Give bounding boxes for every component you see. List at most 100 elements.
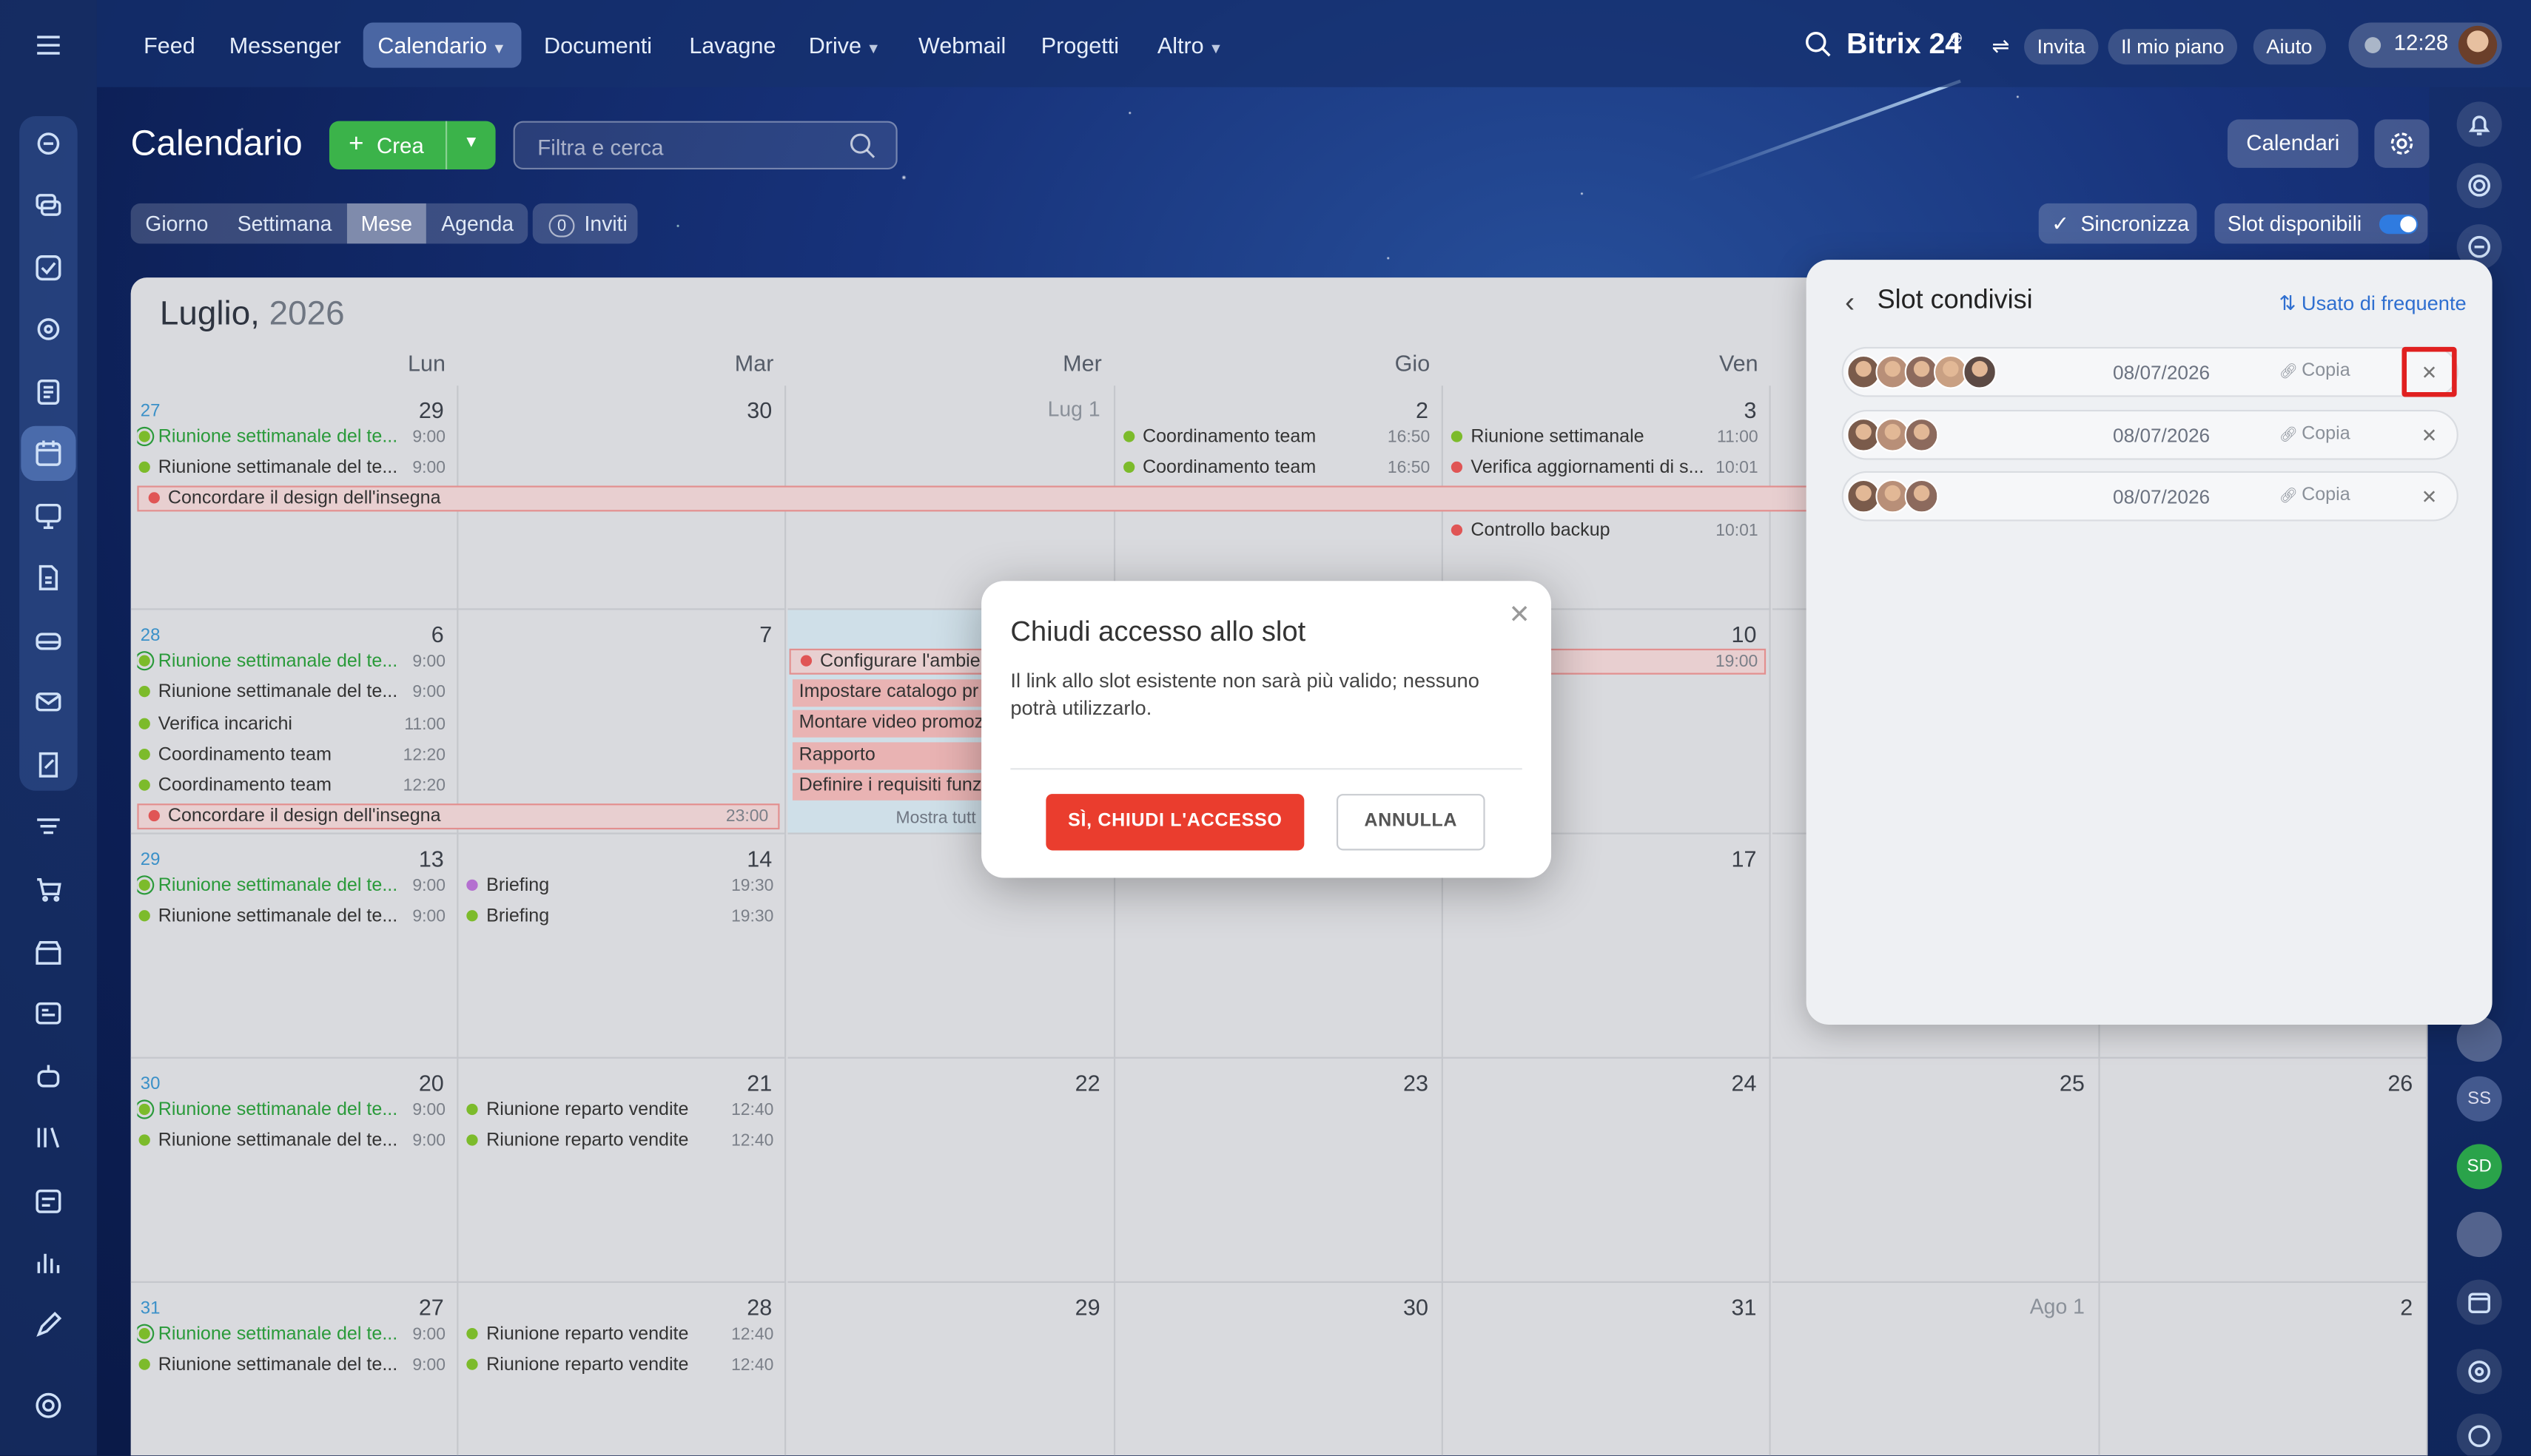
- create-button[interactable]: + Crea ▼: [329, 121, 496, 170]
- shared-slot-row[interactable]: 08/07/2026 🔗︎ Copia ✕: [1841, 408, 2458, 459]
- tasks-icon[interactable]: [29, 249, 67, 287]
- day-cell[interactable]: 31: [1443, 1282, 1772, 1456]
- calendar-event[interactable]: Riunione settimanale del te... 9:00: [137, 1321, 451, 1349]
- invite-button[interactable]: Invita: [2024, 29, 2099, 65]
- search-icon[interactable]: [849, 132, 876, 160]
- nav-progetti[interactable]: Progetti: [1026, 23, 1133, 68]
- day-cell[interactable]: 30 20: [130, 1058, 459, 1283]
- day-cell[interactable]: 29: [787, 1282, 1115, 1456]
- calendars-button[interactable]: Calendari: [2227, 119, 2359, 168]
- calendar-event[interactable]: Montare video promoz: [792, 710, 993, 738]
- avatar-ss[interactable]: SS: [2456, 1076, 2502, 1122]
- day-cell[interactable]: 29 13: [130, 834, 459, 1059]
- nav-calendario[interactable]: Calendario ▼: [363, 22, 521, 68]
- settings-button[interactable]: [2374, 119, 2430, 168]
- calendar-event[interactable]: Riunione reparto vendite 12:40: [465, 1321, 780, 1349]
- tab-agenda[interactable]: Agenda: [427, 203, 528, 244]
- calendar-event[interactable]: Riunione settimanale del te... 9:00: [137, 649, 451, 676]
- calendar-event[interactable]: Riunione settimanale del te... 9:00: [137, 680, 451, 707]
- bell-icon[interactable]: [2456, 101, 2502, 147]
- mail-icon[interactable]: [29, 683, 67, 721]
- search-input[interactable]: [537, 132, 828, 162]
- funnel-icon[interactable]: [29, 809, 67, 847]
- help-button[interactable]: Aiuto: [2253, 29, 2325, 65]
- target-icon[interactable]: [2456, 163, 2502, 209]
- avatar[interactable]: [2456, 1212, 2502, 1258]
- my-plan-button[interactable]: Il mio piano: [2108, 29, 2237, 65]
- day-cell[interactable]: 22: [787, 1058, 1115, 1283]
- calendar-event[interactable]: Controllo backup 10:01: [1450, 518, 1764, 545]
- calendar-event[interactable]: Rapporto: [792, 741, 993, 769]
- calendar-event[interactable]: Riunione settimanale del te... 9:00: [137, 425, 451, 452]
- calendar-event[interactable]: Coordinamento team 16:50: [1122, 425, 1436, 452]
- cart-icon[interactable]: [29, 870, 67, 909]
- copy-link-button[interactable]: 🔗︎ Copia: [2279, 362, 2350, 381]
- day-cell[interactable]: Ago 1: [1772, 1282, 2100, 1456]
- calendar-event[interactable]: Riunione settimanale del te... 9:00: [137, 1352, 451, 1380]
- filter-search[interactable]: [513, 121, 898, 170]
- calendar-icon[interactable]: [2456, 1279, 2502, 1325]
- edit-icon[interactable]: [29, 1306, 67, 1344]
- analytics-icon[interactable]: [29, 1242, 67, 1281]
- feed-icon[interactable]: [29, 124, 67, 163]
- copy-link-button[interactable]: 🔗︎ Copia: [2279, 424, 2350, 443]
- calendar-event[interactable]: Riunione settimanale 11:00: [1450, 425, 1764, 452]
- day-cell[interactable]: 24: [1443, 1058, 1772, 1283]
- boards-icon[interactable]: [29, 497, 67, 536]
- calendar-event[interactable]: Briefing 19:30: [465, 873, 780, 900]
- invites-button[interactable]: 0 Inviti: [532, 203, 638, 244]
- close-icon[interactable]: ✕: [1508, 599, 1530, 631]
- multiday-event[interactable]: Configurare l'ambie: [789, 648, 996, 675]
- calendar-icon[interactable]: [21, 425, 76, 481]
- calendar-event[interactable]: Verifica aggiornamenti di s... 10:01: [1450, 456, 1764, 483]
- sites-icon[interactable]: [29, 994, 67, 1033]
- available-slots-button[interactable]: Slot disponibili: [2214, 203, 2428, 244]
- nav-altro[interactable]: Altro ▼: [1143, 23, 1237, 68]
- calendar-event[interactable]: Riunione settimanale del te... 9:00: [137, 1128, 451, 1156]
- day-cell[interactable]: 2: [2100, 1282, 2427, 1456]
- menu-icon[interactable]: [29, 26, 67, 64]
- day-cell[interactable]: 14: [459, 834, 787, 1059]
- tab-day[interactable]: Giorno: [131, 203, 223, 244]
- store-icon[interactable]: [29, 933, 67, 971]
- day-cell[interactable]: 25: [1771, 1058, 2100, 1283]
- chevron-down-icon[interactable]: ▼: [463, 134, 480, 152]
- remove-slot-icon[interactable]: ✕: [2413, 481, 2446, 513]
- nav-feed[interactable]: Feed: [129, 23, 209, 68]
- sign-icon[interactable]: [29, 746, 67, 784]
- remove-slot-icon[interactable]: ✕: [2413, 419, 2446, 451]
- nav-webmail[interactable]: Webmail: [904, 23, 1020, 68]
- drive-icon[interactable]: [29, 621, 67, 660]
- brand-logo[interactable]: Bitrix 24: [1846, 27, 1961, 61]
- copilot-icon[interactable]: [2456, 1349, 2502, 1395]
- slots-toggle[interactable]: [2379, 215, 2419, 235]
- multiday-event[interactable]: 19:00: [1547, 648, 1767, 675]
- calendar-event[interactable]: Riunione reparto vendite 12:40: [465, 1352, 780, 1380]
- crm-icon[interactable]: [29, 310, 67, 348]
- multiday-event[interactable]: Concordare il design dell'insegna: [137, 485, 1816, 512]
- chat-icon[interactable]: [29, 186, 67, 224]
- calendar-event[interactable]: Briefing 19:30: [465, 904, 780, 931]
- search-icon[interactable]: [1804, 30, 1832, 66]
- sliders-icon[interactable]: ⇌: [1991, 34, 2009, 60]
- shared-slot-row[interactable]: 08/07/2026 🔗︎ Copia ✕: [1841, 346, 2458, 397]
- day-cell[interactable]: 7: [459, 610, 787, 835]
- nav-lavagne[interactable]: Lavagne: [675, 23, 790, 68]
- calendar-event[interactable]: Riunione settimanale del te... 9:00: [137, 904, 451, 931]
- calendar-event[interactable]: Riunione settimanale del te... 9:00: [137, 873, 451, 900]
- frequently-used-link[interactable]: ⇅ Usato di frequente: [2279, 291, 2466, 315]
- day-cell[interactable]: 26: [2100, 1058, 2427, 1283]
- nav-messenger[interactable]: Messenger: [215, 23, 355, 68]
- calendar-event[interactable]: Coordinamento team 12:20: [137, 742, 451, 769]
- robot-icon[interactable]: [29, 1057, 67, 1096]
- cancel-button[interactable]: ANNULLA: [1336, 794, 1485, 851]
- calendar-event[interactable]: Definire i requisiti funz: [792, 772, 993, 801]
- calendar-event[interactable]: Verifica incarichi 11:00: [137, 711, 451, 738]
- calendar-event[interactable]: Impostare catalogo pr: [792, 679, 993, 707]
- tab-week[interactable]: Settimana: [223, 203, 346, 244]
- nav-drive[interactable]: Drive ▼: [794, 23, 895, 68]
- day-cell[interactable]: 30: [1115, 1282, 1443, 1456]
- confirm-close-access-button[interactable]: SÌ, CHIUDI L'ACCESSO: [1046, 794, 1305, 851]
- day-cell[interactable]: 23: [1115, 1058, 1443, 1283]
- copy-link-button[interactable]: 🔗︎ Copia: [2279, 486, 2350, 505]
